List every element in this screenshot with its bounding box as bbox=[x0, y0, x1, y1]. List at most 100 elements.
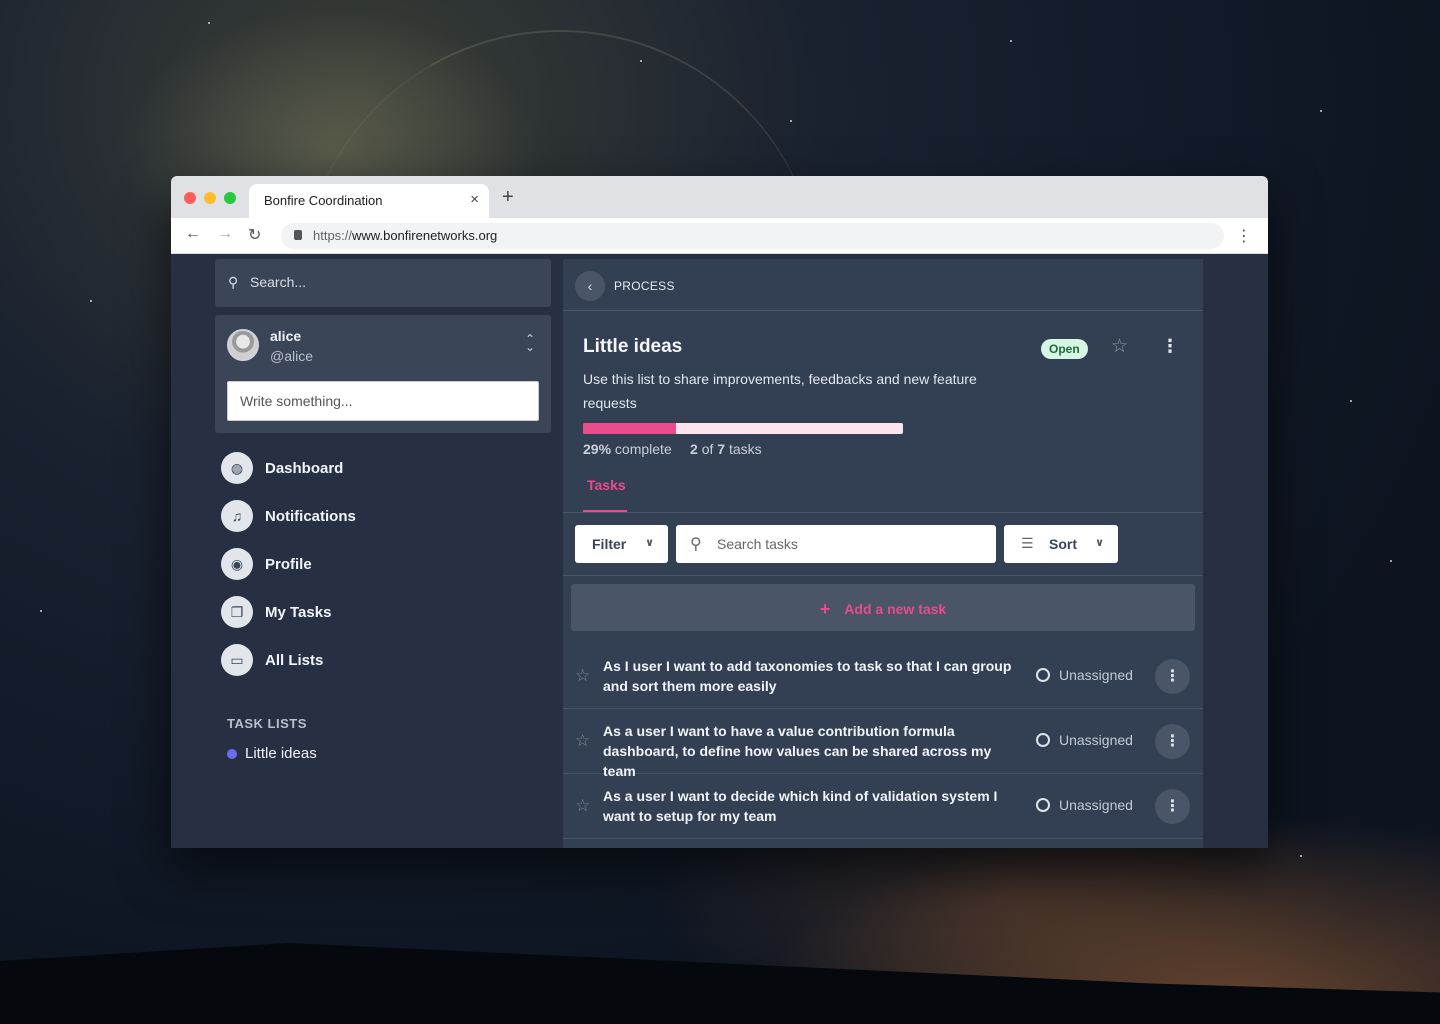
search-icon: ⚲ bbox=[228, 274, 239, 290]
url-scheme: https:// bbox=[313, 228, 353, 243]
tab-title: Bonfire Coordination bbox=[264, 193, 383, 208]
avatar[interactable] bbox=[227, 329, 259, 361]
assignee-label: Unassigned bbox=[1059, 667, 1133, 683]
sidebar-item-label: Notifications bbox=[265, 507, 356, 525]
progress-fill bbox=[583, 423, 676, 434]
reload-icon[interactable]: ↻ bbox=[248, 225, 261, 245]
tasks-of: of bbox=[701, 441, 714, 457]
sidebar-item-notifications[interactable]: ♫ Notifications bbox=[221, 499, 356, 533]
star bbox=[40, 610, 42, 612]
browser-tab[interactable]: Bonfire Coordination × bbox=[249, 184, 489, 218]
user-name: alice bbox=[270, 328, 302, 344]
unassigned-icon bbox=[1036, 733, 1050, 747]
tab-tasks[interactable]: Tasks bbox=[587, 477, 626, 493]
task-count: 2 of 7 tasks bbox=[690, 441, 762, 457]
progress-percent-value: 29% bbox=[583, 441, 612, 457]
star bbox=[208, 22, 210, 24]
sidebar-item-label: All Lists bbox=[265, 651, 324, 669]
address-bar[interactable]: https://www.bonfirenetworks.org bbox=[281, 223, 1224, 249]
status-badge: Open bbox=[1041, 339, 1088, 359]
star bbox=[1300, 855, 1302, 857]
add-task-button[interactable]: + Add a new task bbox=[571, 584, 1195, 631]
new-tab-button[interactable]: + bbox=[502, 186, 514, 209]
bell-icon: ♫ bbox=[221, 500, 253, 532]
sort-button[interactable]: ☰ Sort ∨ bbox=[1004, 525, 1118, 563]
filter-button[interactable]: Filter ∨ bbox=[575, 525, 668, 563]
assignee[interactable]: Unassigned bbox=[1036, 667, 1133, 683]
star bbox=[1350, 400, 1352, 402]
task-lists-heading: TASK LISTS bbox=[227, 716, 307, 731]
star-icon[interactable]: ☆ bbox=[1111, 335, 1128, 358]
star bbox=[1390, 560, 1392, 562]
task-title[interactable]: As a user I want to have a value contrib… bbox=[603, 721, 1023, 781]
sidebar-item-my-tasks[interactable]: ❐ My Tasks bbox=[221, 595, 331, 629]
sidebar-item-label: Dashboard bbox=[265, 459, 344, 477]
task-row[interactable]: ☆ As a user I want to decide which kind … bbox=[563, 774, 1203, 839]
list-color-dot bbox=[227, 748, 237, 759]
assignee-label: Unassigned bbox=[1059, 797, 1133, 813]
task-search-placeholder: Search tasks bbox=[717, 536, 798, 552]
browser-menu-icon[interactable]: ⋮ bbox=[1236, 226, 1252, 246]
task-options-button[interactable]: ⋮ bbox=[1155, 789, 1190, 824]
user-handle: @alice bbox=[270, 348, 314, 364]
star bbox=[1320, 110, 1322, 112]
task-search-input[interactable]: ⚲ Search tasks bbox=[676, 525, 996, 563]
task-toolbar: Filter ∨ ⚲ Search tasks ☰ Sort ∨ bbox=[563, 513, 1203, 576]
forward-arrow-icon[interactable]: → bbox=[217, 225, 233, 243]
tab-active-indicator bbox=[583, 510, 627, 512]
sidebar-item-profile[interactable]: ◉ Profile bbox=[221, 547, 312, 581]
account-switch-icon[interactable]: ⌃ ⌄ bbox=[525, 333, 535, 353]
maximize-window-button[interactable] bbox=[224, 192, 236, 204]
tasks-done: 2 bbox=[690, 441, 698, 457]
add-task-label: Add a new task bbox=[844, 601, 947, 617]
progress-complete-label: complete bbox=[614, 441, 672, 457]
plus-icon: + bbox=[819, 599, 831, 619]
search-icon: ⚲ bbox=[690, 536, 702, 553]
task-options-button[interactable]: ⋮ bbox=[1155, 659, 1190, 694]
breadcrumb: PROCESS bbox=[614, 279, 675, 293]
task-title[interactable]: As I user I want to add taxonomies to ta… bbox=[603, 656, 1023, 696]
minimize-window-button[interactable] bbox=[204, 192, 216, 204]
sidebar-item-all-lists[interactable]: ▭ All Lists bbox=[221, 643, 323, 677]
close-tab-icon[interactable]: × bbox=[470, 191, 479, 208]
tasks-label: tasks bbox=[728, 441, 762, 457]
task-row[interactable]: ☆ As I user I want to add taxonomies to … bbox=[563, 644, 1203, 709]
chevron-down-icon: ∨ bbox=[645, 537, 654, 549]
task-list-item[interactable]: Little ideas bbox=[227, 745, 317, 762]
sort-label: Sort bbox=[1049, 536, 1077, 552]
sidebar-search-input[interactable]: ⚲ Search... bbox=[215, 259, 551, 307]
task-title[interactable]: As a user I want to decide which kind of… bbox=[603, 786, 1023, 826]
star-icon[interactable]: ☆ bbox=[575, 731, 590, 751]
post-composer: alice @alice ⌃ ⌄ Write something... bbox=[215, 315, 551, 433]
progress-bar bbox=[583, 423, 903, 434]
close-window-button[interactable] bbox=[184, 192, 196, 204]
star-icon[interactable]: ☆ bbox=[575, 796, 590, 816]
back-button[interactable]: ‹ bbox=[575, 271, 605, 301]
user-circle-icon: ◉ bbox=[221, 548, 253, 580]
browser-window: Bonfire Coordination × + ← → ↻ https://w… bbox=[171, 176, 1268, 848]
assignee[interactable]: Unassigned bbox=[1036, 732, 1133, 748]
star bbox=[790, 120, 792, 122]
assignee[interactable]: Unassigned bbox=[1036, 797, 1133, 813]
process-header: ‹ PROCESS bbox=[563, 259, 1203, 311]
assignee-label: Unassigned bbox=[1059, 732, 1133, 748]
more-options-icon[interactable]: ⋮ bbox=[1161, 336, 1179, 357]
list-description: Use this list to share improvements, fee… bbox=[583, 371, 977, 411]
task-row[interactable]: ☆ As a user I want to have a value contr… bbox=[563, 709, 1203, 779]
sidebar-item-label: My Tasks bbox=[265, 603, 332, 621]
chevron-down-icon: ∨ bbox=[1095, 537, 1104, 549]
browser-toolbar: ← → ↻ https://www.bonfirenetworks.org ⋮ bbox=[171, 218, 1268, 254]
page-viewport: ⚲ Search... alice @alice ⌃ ⌄ Write someth… bbox=[171, 254, 1268, 848]
progress-percent: 29% complete bbox=[583, 441, 672, 457]
star bbox=[90, 300, 92, 302]
task-list-label: Little ideas bbox=[245, 745, 317, 762]
composer-textarea[interactable]: Write something... bbox=[227, 381, 539, 421]
back-arrow-icon[interactable]: ← bbox=[185, 225, 201, 243]
task-options-button[interactable]: ⋮ bbox=[1155, 724, 1190, 759]
unassigned-icon bbox=[1036, 668, 1050, 682]
archive-icon: ▭ bbox=[221, 644, 253, 676]
sidebar-item-dashboard[interactable]: ◍ Dashboard bbox=[221, 451, 343, 485]
filter-label: Filter bbox=[592, 536, 627, 552]
dashboard-icon: ◍ bbox=[221, 452, 253, 484]
star-icon[interactable]: ☆ bbox=[575, 666, 590, 686]
